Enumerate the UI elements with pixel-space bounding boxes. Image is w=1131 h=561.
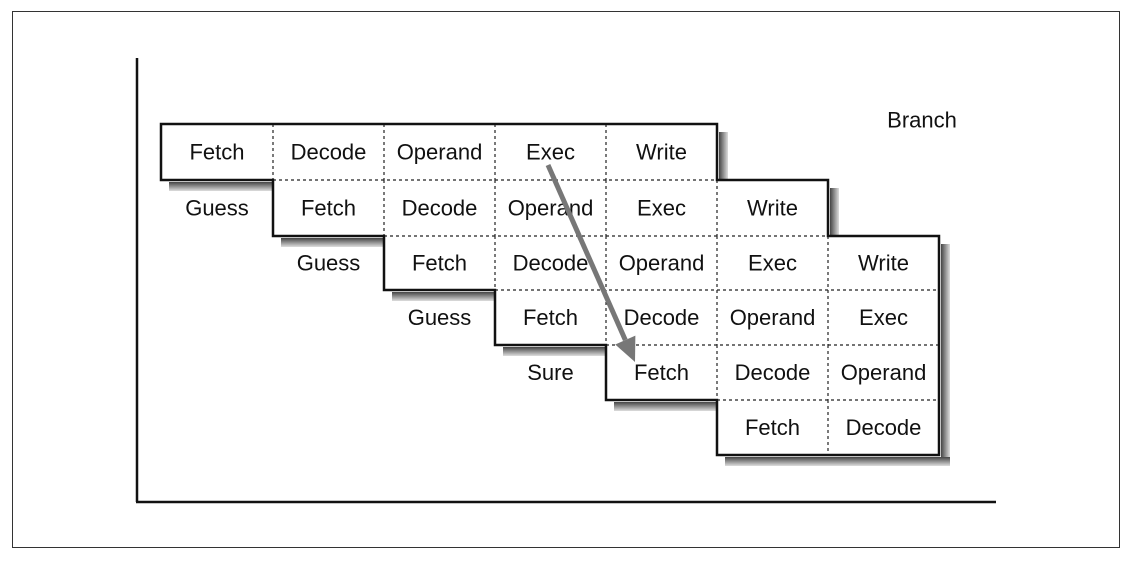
stage-label: Fetch [523,305,578,330]
stage-label: Operand [619,251,705,276]
shadow-right [941,408,950,465]
stage-label: Operand [730,305,816,330]
stage-label: Operand [397,140,483,165]
stage-label: Decode [402,196,478,221]
stage-label: Fetch [301,196,356,221]
stage-label: Write [636,140,687,165]
stage-label: Operand [508,196,594,221]
stage-label: Decode [735,360,811,385]
shadow-right [941,298,950,355]
row-label: Sure [527,360,573,385]
stage-label: Decode [846,415,922,440]
shadow-bottom [503,347,606,356]
pipeline-diagram: Fetch Decode Operand Exec Write Fetch Decode Op… [135,58,996,504]
shadow-bottom [614,402,717,411]
stage-label: Decode [291,140,367,165]
row-label: Guess [297,251,361,276]
shadow-right [941,244,950,300]
stage-label: Fetch [634,360,689,385]
stage-label: Fetch [745,415,800,440]
shadow-right [941,353,950,410]
shadow-bottom [392,292,495,301]
shadow-bottom [281,238,384,247]
stage-label: Exec [526,140,575,165]
shadow-bottom [169,182,273,191]
stage-label: Fetch [412,251,467,276]
stage-label: Operand [841,360,927,385]
row-label: Guess [185,196,249,221]
stage-label: Decode [624,305,700,330]
row-label: Guess [408,305,472,330]
stage-label: Exec [748,251,797,276]
stage-label: Exec [859,305,908,330]
shadow-bottom [725,457,950,466]
stage-label: Write [858,251,909,276]
stage-label: Write [747,196,798,221]
stage-label: Fetch [189,140,244,165]
branch-label: Branch [887,108,957,133]
stage-label: Exec [637,196,686,221]
stage-label: Decode [513,251,589,276]
